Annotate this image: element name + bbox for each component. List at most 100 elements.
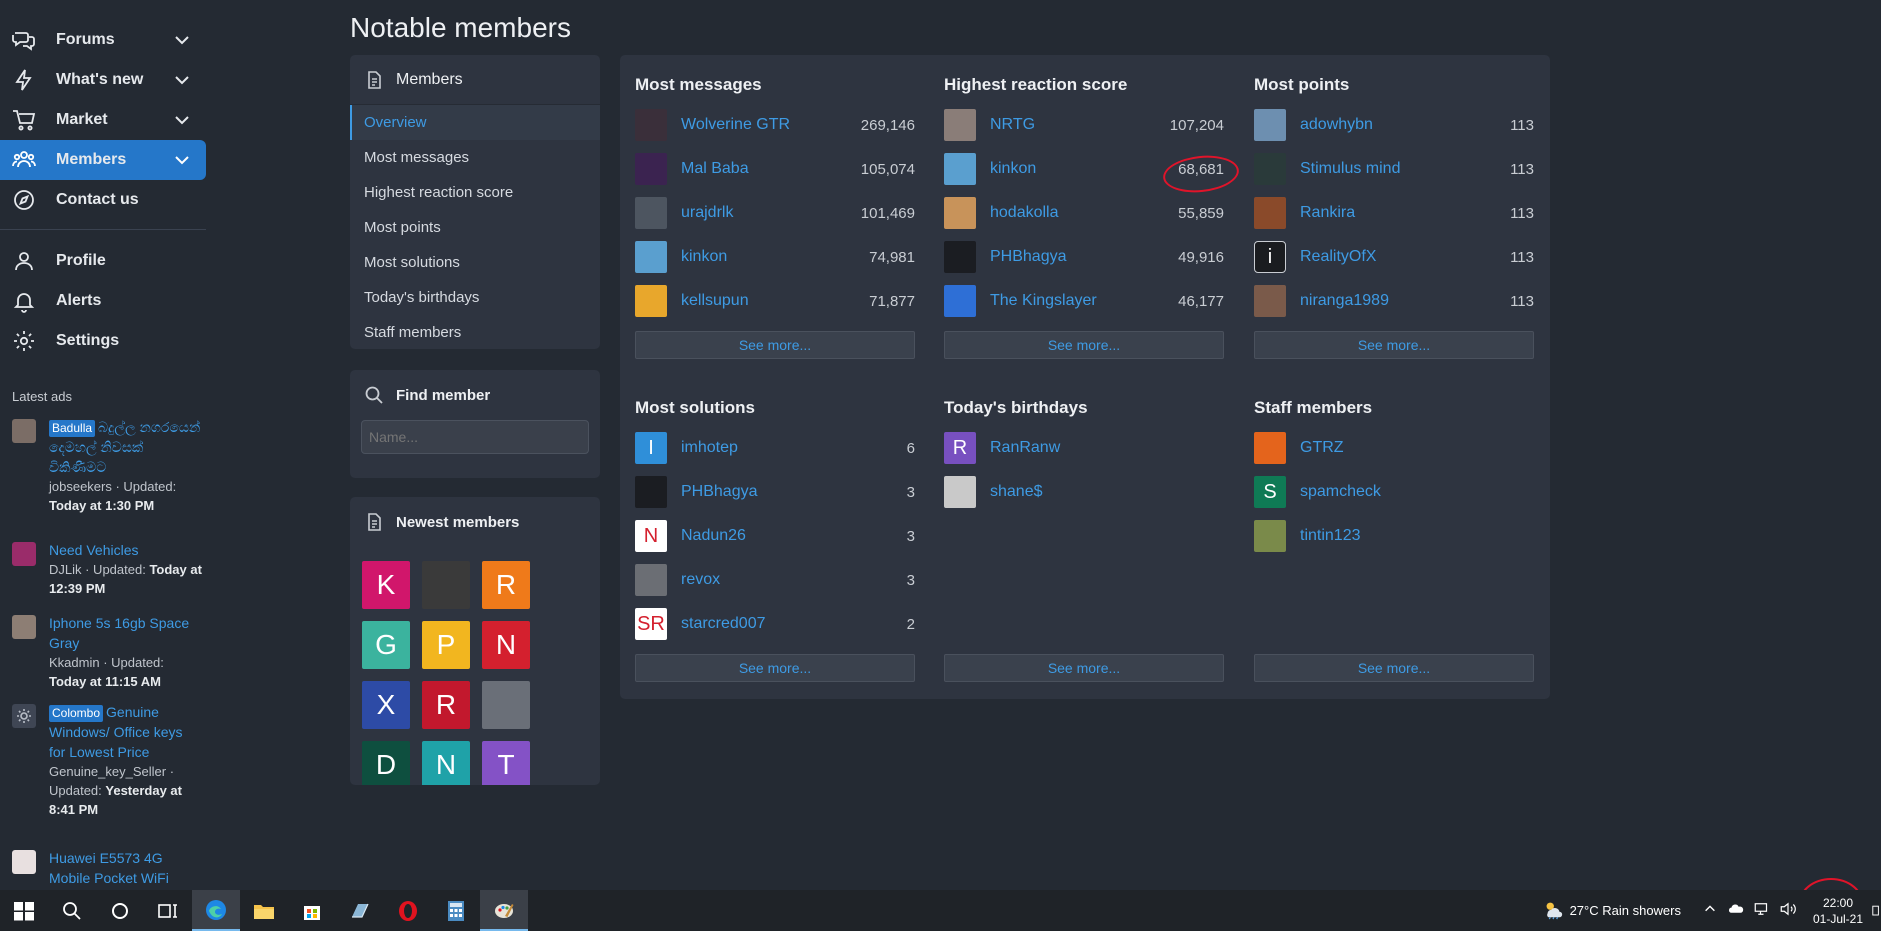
avatar[interactable]: S [1254, 476, 1286, 508]
newest-member-avatar[interactable] [482, 681, 530, 729]
menu-most-messages[interactable]: Most messages [350, 140, 600, 175]
member-name-link[interactable]: PHBhagya [681, 483, 907, 501]
member-name-link[interactable]: kinkon [990, 160, 1178, 178]
see-more-button[interactable]: See more... [1254, 331, 1534, 359]
member-name-link[interactable]: GTRZ [1300, 439, 1534, 457]
member-name-link[interactable]: Wolverine GTR [681, 116, 861, 134]
member-name-link[interactable]: Stimulus mind [1300, 160, 1510, 178]
avatar[interactable]: I [635, 432, 667, 464]
menu-highest-reaction-score[interactable]: Highest reaction score [350, 175, 600, 210]
nav-settings[interactable]: Settings [0, 321, 206, 361]
onedrive-icon[interactable] [1727, 900, 1745, 921]
ad-title[interactable]: Need Vehicles [49, 540, 202, 560]
member-name-link[interactable]: kellsupun [681, 292, 869, 310]
nav-forums[interactable]: Forums [0, 20, 206, 60]
newest-member-avatar[interactable]: N [482, 621, 530, 669]
avatar[interactable] [635, 564, 667, 596]
avatar[interactable] [944, 109, 976, 141]
opera-icon[interactable] [384, 890, 432, 931]
newest-member-avatar[interactable]: T [482, 741, 530, 785]
nav-whats-new[interactable]: What's new [0, 60, 206, 100]
avatar[interactable] [635, 476, 667, 508]
avatar[interactable] [944, 197, 976, 229]
ad-item[interactable]: Badulla බදුල්ල නගරයෙන් දෙමහල් නිවසක් විකි… [12, 417, 202, 515]
ad-title[interactable]: Iphone 5s 16gb Space Gray [49, 613, 202, 653]
member-name-link[interactable]: NRTG [990, 116, 1170, 134]
weather-icon[interactable] [1542, 898, 1564, 923]
column-title[interactable]: Highest reaction score [944, 75, 1224, 99]
clock[interactable]: 22:00 01-Jul-21 [1805, 895, 1871, 927]
chevron-down-icon[interactable] [172, 150, 192, 170]
ad-item[interactable]: Colombo Genuine Windows/ Office keys for … [12, 702, 202, 819]
newest-member-avatar[interactable]: R [422, 681, 470, 729]
avatar[interactable] [944, 285, 976, 317]
ad-thumbnail[interactable] [12, 615, 36, 639]
nav-profile[interactable]: Profile [0, 241, 206, 281]
menu-overview[interactable]: Overview [350, 105, 600, 140]
nav-members[interactable]: Members [0, 140, 206, 180]
see-more-button[interactable]: See more... [944, 331, 1224, 359]
member-name-link[interactable]: The Kingslayer [990, 292, 1178, 310]
member-name-link[interactable]: starcred007 [681, 615, 907, 633]
menu-staff-members[interactable]: Staff members [350, 315, 600, 349]
avatar[interactable] [944, 153, 976, 185]
newest-member-avatar[interactable]: D [362, 741, 410, 785]
avatar[interactable] [1254, 432, 1286, 464]
see-more-button[interactable]: See more... [944, 654, 1224, 682]
avatar[interactable] [635, 197, 667, 229]
column-title[interactable]: Most messages [635, 75, 915, 99]
calculator-icon[interactable] [432, 890, 480, 931]
see-more-button[interactable]: See more... [635, 331, 915, 359]
chevron-up-icon[interactable] [1703, 902, 1717, 919]
notification-icon[interactable] [1871, 902, 1881, 920]
member-name-link[interactable]: imhotep [681, 439, 907, 457]
file-explorer-icon[interactable] [240, 890, 288, 931]
member-name-link[interactable]: revox [681, 571, 907, 589]
member-name-link[interactable]: spamcheck [1300, 483, 1534, 501]
newest-member-avatar[interactable]: N [422, 741, 470, 785]
newest-member-avatar[interactable] [422, 561, 470, 609]
member-name-link[interactable]: RanRanw [990, 439, 1224, 457]
store-icon[interactable] [288, 890, 336, 931]
member-name-link[interactable]: niranga1989 [1300, 292, 1510, 310]
member-name-link[interactable]: adowhybn [1300, 116, 1510, 134]
avatar[interactable] [1254, 109, 1286, 141]
weather-text[interactable]: 27°C Rain showers [1570, 903, 1681, 918]
nav-contact-us[interactable]: Contact us [0, 180, 206, 220]
ad-thumbnail[interactable] [12, 419, 36, 443]
edge-browser-icon[interactable] [192, 890, 240, 931]
newest-member-avatar[interactable]: K [362, 561, 410, 609]
ad-item[interactable]: Iphone 5s 16gb Space Gray Kkadmin · Upda… [12, 613, 202, 691]
avatar[interactable]: N [635, 520, 667, 552]
ad-thumbnail[interactable] [12, 850, 36, 874]
menu-todays-birthdays[interactable]: Today's birthdays [350, 280, 600, 315]
avatar[interactable] [1254, 153, 1286, 185]
search-icon[interactable] [48, 890, 96, 931]
ad-item[interactable]: Need Vehicles DJLik · Updated: Today at … [12, 540, 202, 598]
avatar[interactable]: R [944, 432, 976, 464]
avatar[interactable] [635, 109, 667, 141]
member-name-link[interactable]: hodakolla [990, 204, 1178, 222]
ad-item[interactable]: Huawei E5573 4G Mobile Pocket WiFi [12, 848, 202, 888]
cortana-icon[interactable] [96, 890, 144, 931]
avatar[interactable]: SR [635, 608, 667, 640]
member-name-link[interactable]: Rankira [1300, 204, 1510, 222]
avatar[interactable] [635, 285, 667, 317]
menu-most-solutions[interactable]: Most solutions [350, 245, 600, 280]
newest-member-avatar[interactable]: G [362, 621, 410, 669]
member-name-input[interactable] [361, 420, 589, 454]
nav-alerts[interactable]: Alerts [0, 281, 206, 321]
avatar[interactable] [944, 476, 976, 508]
volume-icon[interactable] [1779, 900, 1797, 921]
see-more-button[interactable]: See more... [635, 654, 915, 682]
column-title[interactable]: Today's birthdays [944, 398, 1224, 422]
chevron-down-icon[interactable] [172, 70, 192, 90]
member-name-link[interactable]: Mal Baba [681, 160, 861, 178]
avatar[interactable] [944, 241, 976, 273]
gear-icon[interactable] [12, 704, 36, 728]
menu-most-points[interactable]: Most points [350, 210, 600, 245]
avatar[interactable] [1254, 197, 1286, 229]
member-name-link[interactable]: PHBhagya [990, 248, 1178, 266]
app-icon[interactable] [336, 890, 384, 931]
newest-member-avatar[interactable]: R [482, 561, 530, 609]
